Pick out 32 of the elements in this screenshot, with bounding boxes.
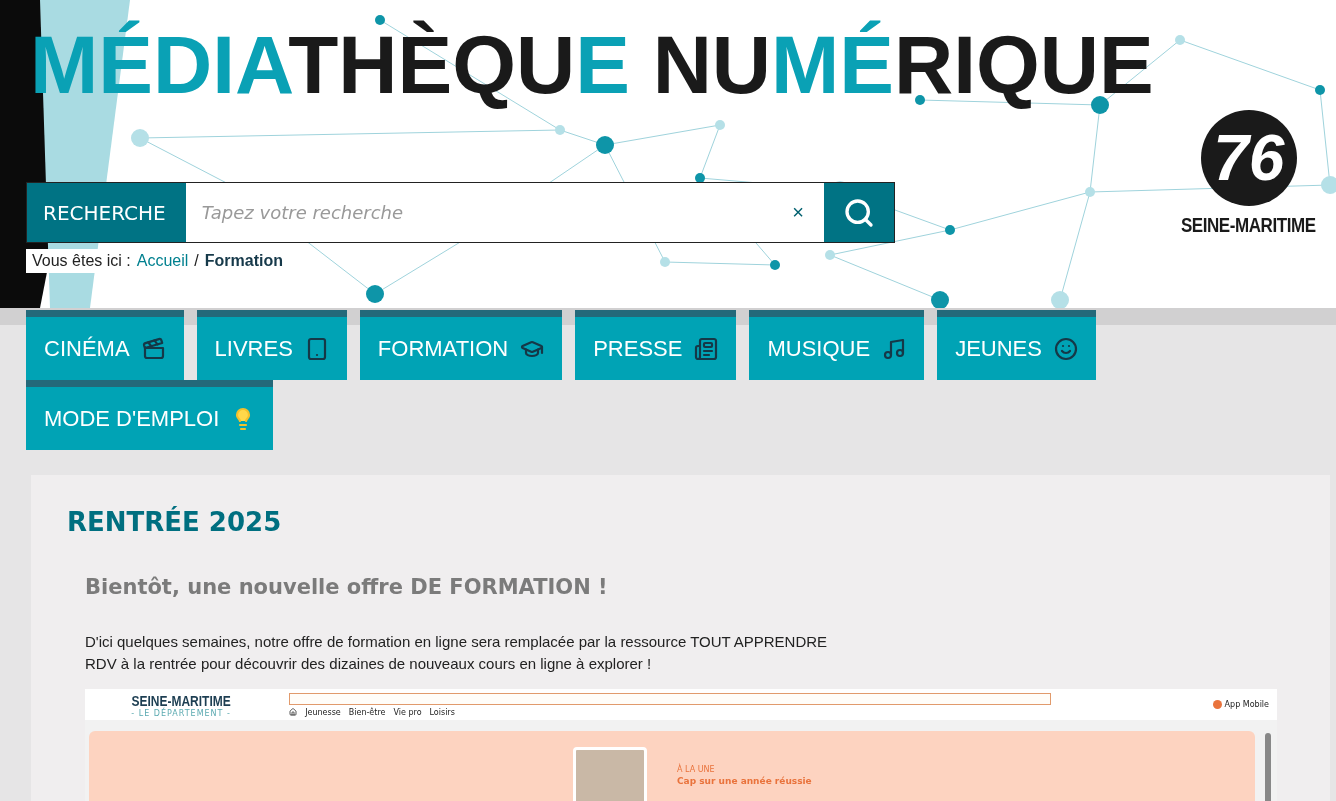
article-subtitle: Bientôt, une nouvelle offre DE FORMATION !: [85, 575, 609, 599]
nav-tab[interactable]: CINÉMA: [26, 310, 184, 380]
breadcrumb-separator: /: [194, 252, 199, 270]
breadcrumb-prefix: Vous êtes ici :: [32, 252, 131, 270]
breadcrumb-link[interactable]: Formation: [204, 252, 283, 270]
logo-name: SEINE-MARITIME: [1181, 214, 1317, 237]
music-note-icon: [882, 336, 907, 361]
home-icon: [289, 708, 298, 716]
logo-badge: 76: [1200, 110, 1297, 206]
article-title: RENTRÉE 2025: [67, 507, 283, 537]
article-paragraph: D'ici quelques semaines, notre offre de formation en ligne sera remplacée par la ressource TOUT APPRENDRE: [85, 632, 829, 652]
nav-tab[interactable]: FORMATION: [359, 310, 563, 380]
embed-kicker: À LA UNE: [677, 765, 716, 774]
search-field[interactable]: RECHERCHE Tapez votre recherche ×: [26, 182, 895, 243]
clear-button[interactable]: ×: [772, 183, 824, 242]
nav-tab[interactable]: MUSIQUE: [749, 310, 925, 380]
nav-tab[interactable]: MODE D'EMPLOI: [26, 380, 274, 450]
search-icon: [843, 196, 875, 229]
smiley-face-icon: [1053, 336, 1078, 361]
newspaper-icon: [694, 336, 719, 361]
embed-brand: SEINE-MARITIME: [131, 691, 231, 709]
nav-tab[interactable]: PRESSE: [575, 310, 737, 380]
embed-hero-title: Cap sur une année réussie: [677, 776, 812, 786]
embed-brand-subtitle: - LE DÉPARTEMENT -: [131, 708, 231, 718]
clapperboard-icon: [141, 336, 166, 361]
nav-tab[interactable]: JEUNES: [937, 310, 1096, 380]
search-label: RECHERCHE: [27, 183, 186, 242]
article-paragraph: RDV à la rentrée pour découvrir des dizaines de nouveaux cours en ligne à explorer !: [85, 654, 653, 674]
search-button[interactable]: [824, 183, 894, 242]
scrollbar: [1265, 733, 1271, 801]
breadcrumb-link[interactable]: Accueil: [136, 252, 189, 270]
nav-tab[interactable]: LIVRES: [196, 310, 347, 380]
